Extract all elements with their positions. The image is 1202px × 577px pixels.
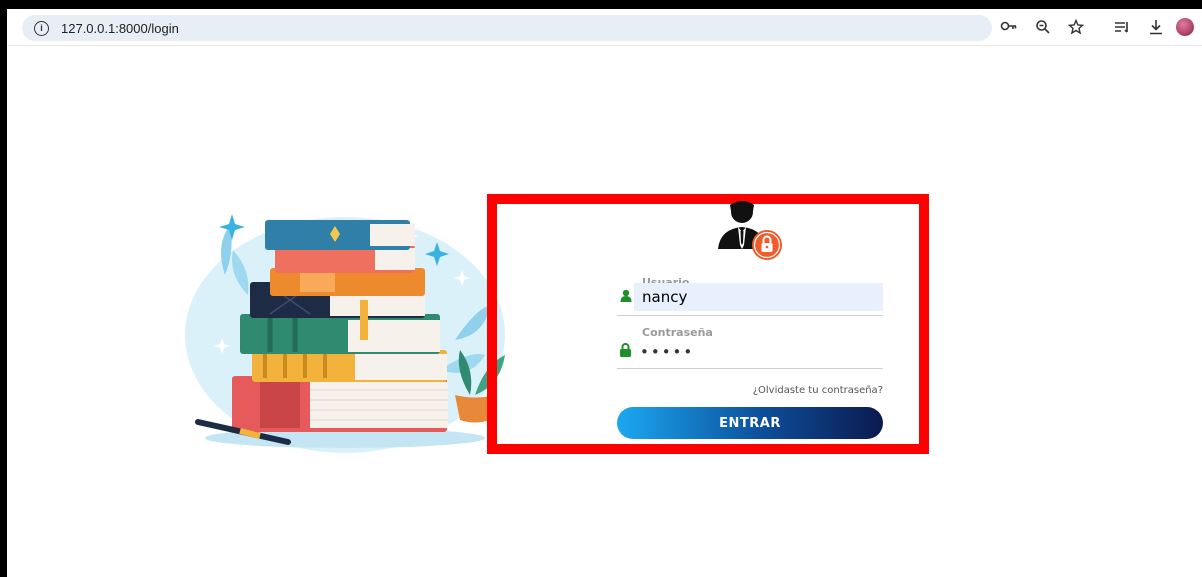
browser-toolbar: i 127.0.0.1:8000/login: [8, 9, 1202, 46]
address-bar[interactable]: i 127.0.0.1:8000/login: [22, 15, 992, 41]
user-lock-icon: [718, 201, 782, 260]
info-icon[interactable]: i: [34, 20, 49, 36]
url-text[interactable]: 127.0.0.1:8000/login: [61, 21, 179, 36]
profile-avatar[interactable]: [1176, 18, 1194, 36]
books-illustration: [185, 214, 505, 453]
password-underline: [617, 368, 883, 369]
username-input[interactable]: [634, 283, 883, 311]
submit-button[interactable]: ENTRAR: [617, 407, 883, 439]
user-icon: [620, 289, 632, 302]
reading-list-icon[interactable]: [1114, 19, 1130, 38]
lock-icon: [620, 343, 631, 357]
key-icon[interactable]: [1000, 19, 1018, 36]
password-input[interactable]: [640, 342, 880, 362]
password-label: Contraseña: [642, 326, 713, 339]
zoom-icon[interactable]: [1035, 19, 1051, 38]
download-icon[interactable]: [1148, 19, 1164, 38]
window-frame-top: [0, 0, 1202, 9]
star-icon[interactable]: [1067, 18, 1085, 38]
window-frame-left: [0, 0, 7, 577]
forgot-password-link[interactable]: ¿Olvidaste tu contraseña?: [617, 385, 883, 396]
username-underline: [617, 315, 883, 316]
